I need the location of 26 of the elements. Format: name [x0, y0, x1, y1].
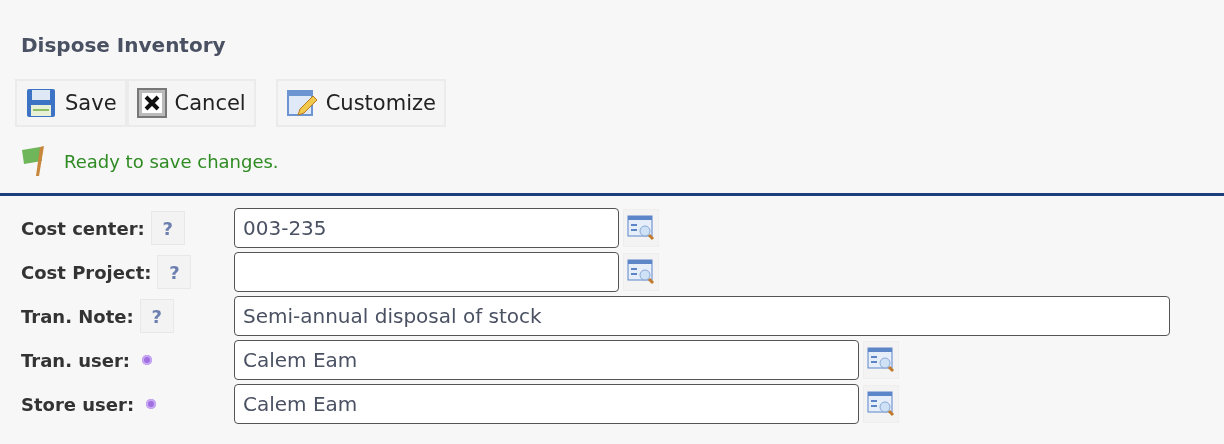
lookup-button[interactable]: [623, 209, 659, 247]
text-field[interactable]: Calem Eam: [234, 384, 859, 424]
lookup-button[interactable]: [623, 253, 659, 291]
help-button[interactable]: ?: [157, 255, 192, 289]
text-field[interactable]: Semi-annual disposal of stock: [234, 296, 1170, 336]
text-field[interactable]: 003-235: [234, 208, 619, 248]
field-label: Cost center:: [21, 217, 145, 239]
required-dot: [142, 355, 153, 365]
field-label: Cost Project:: [21, 261, 152, 283]
customize-button[interactable]: Customize: [275, 79, 446, 127]
close-icon: [136, 88, 167, 118]
page-title: Dispose Inventory: [21, 33, 227, 59]
field-label: Tran. Note:: [21, 305, 134, 327]
window-pencil-icon: [285, 87, 318, 119]
cancel-button[interactable]: Cancel: [126, 79, 256, 127]
status-message: Ready to save changes.: [64, 150, 279, 172]
help-button[interactable]: ?: [150, 211, 185, 245]
lookup-button[interactable]: [863, 341, 899, 379]
lookup-button[interactable]: [863, 385, 899, 423]
save-button[interactable]: Save: [15, 79, 127, 127]
help-button[interactable]: ?: [139, 299, 174, 333]
field-label: Tran. user:: [21, 349, 131, 371]
required-dot: [146, 399, 157, 409]
field-label: Store user:: [21, 393, 135, 415]
text-field[interactable]: Calem Eam: [234, 340, 859, 380]
text-field[interactable]: [234, 252, 619, 292]
